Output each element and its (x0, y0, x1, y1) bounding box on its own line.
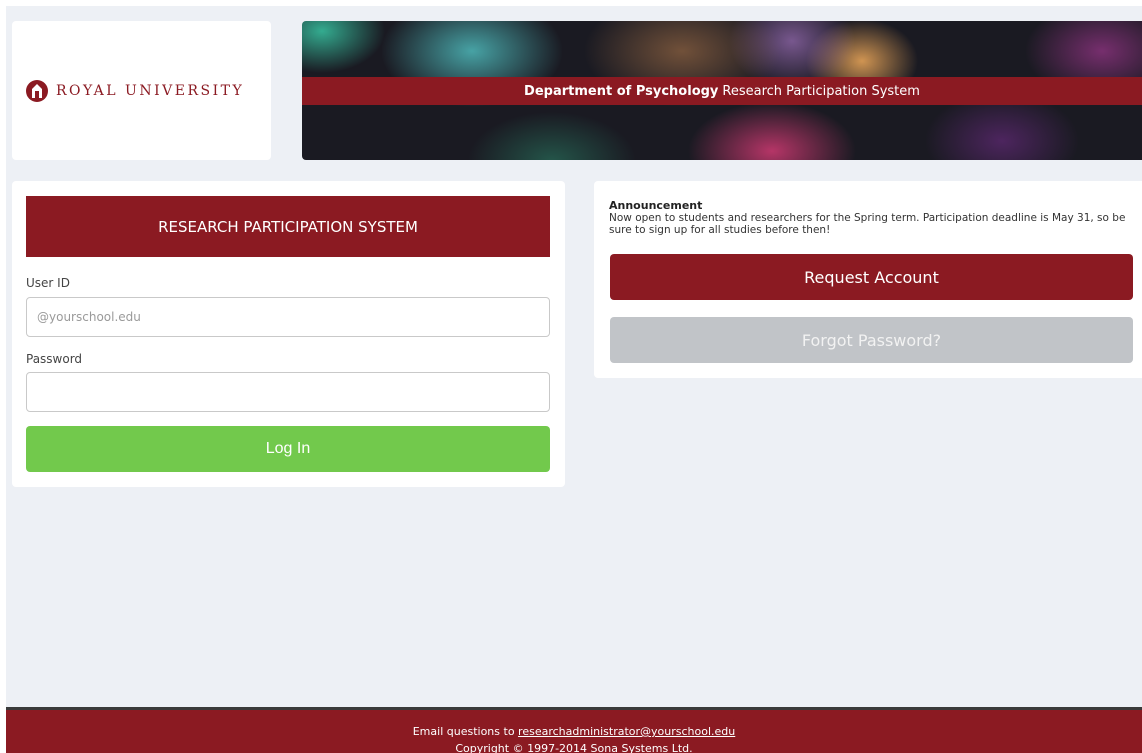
login-button[interactable]: Log In (26, 426, 550, 472)
footer: Email questions to researchadministrator… (6, 707, 1142, 753)
banner-system-name: Research Participation System (722, 83, 920, 99)
login-title: RESEARCH PARTICIPATION SYSTEM (26, 196, 550, 257)
announcement-title: Announcement (609, 199, 703, 212)
header-banner: Department of Psychology Research Partic… (302, 21, 1142, 160)
footer-copyright: Copyright © 1997-2014 Sona Systems Ltd. (455, 742, 693, 753)
university-crest-icon (26, 79, 48, 102)
logo-text: ROYAL UNIVERSITY (56, 82, 245, 99)
university-logo: ROYAL UNIVERSITY (12, 21, 271, 160)
announcement-body: Now open to students and researchers for… (609, 212, 1126, 236)
footer-email-prefix: Email questions to (412, 725, 519, 738)
banner-title: Department of Psychology Research Partic… (302, 77, 1142, 105)
banner-department: Department of Psychology (524, 83, 719, 99)
footer-email-link[interactable]: researchadministrator@yourschool.edu (518, 725, 735, 738)
password-input[interactable] (26, 372, 550, 412)
forgot-password-button[interactable]: Forgot Password? (610, 317, 1133, 363)
user-id-input[interactable] (26, 297, 550, 337)
announcement-panel: Announcement Now open to students and re… (594, 181, 1142, 378)
user-id-label: User ID (26, 276, 70, 290)
login-panel: RESEARCH PARTICIPATION SYSTEM User ID Pa… (12, 181, 565, 487)
footer-email-line: Email questions to researchadministrator… (6, 725, 1142, 738)
request-account-button[interactable]: Request Account (610, 254, 1133, 300)
password-label: Password (26, 352, 83, 366)
